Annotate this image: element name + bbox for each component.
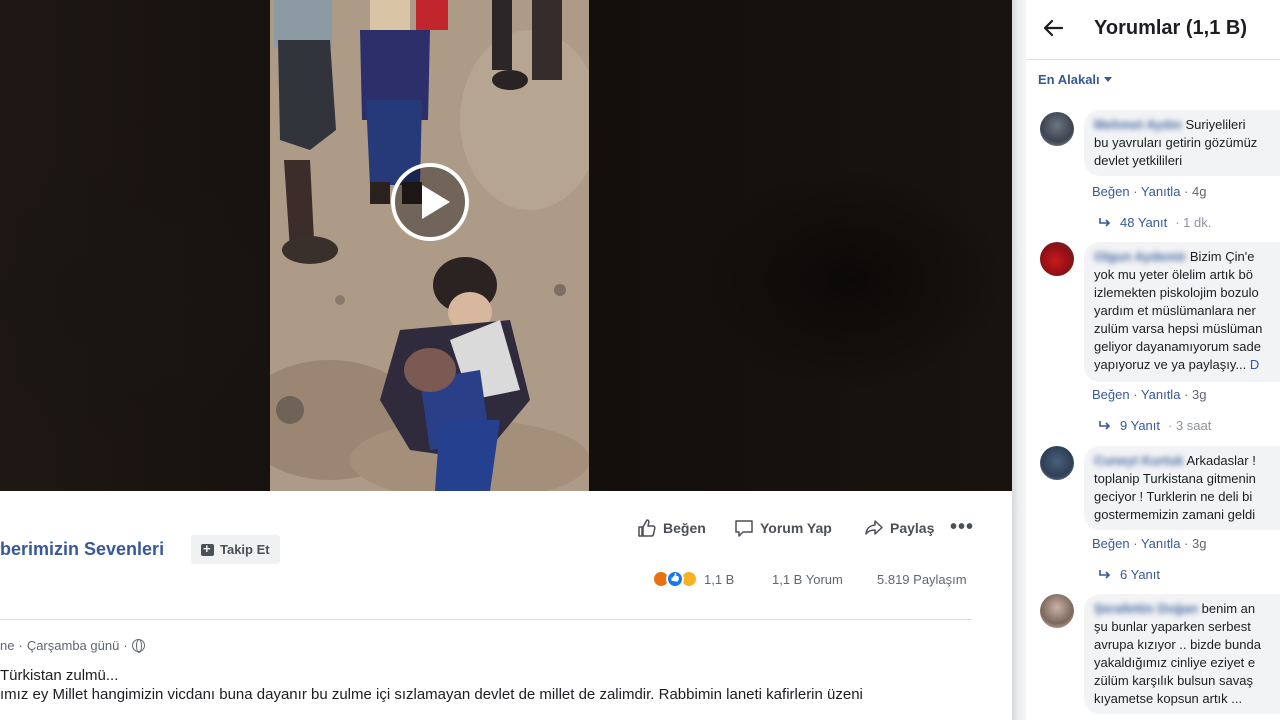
video-player[interactable] (0, 0, 1012, 491)
comment-bubble: Mehmet Aydın Suriyelileri bu yavruları g… (1084, 110, 1280, 176)
share-button[interactable]: Paylaş (864, 518, 934, 538)
comment-time[interactable]: 3g (1192, 387, 1206, 402)
replies-count: 48 Yanıt (1120, 215, 1168, 230)
comment-reply-link[interactable]: Yanıtla (1141, 184, 1181, 199)
shares-count-link[interactable]: 5.819 Paylaşım (877, 572, 967, 587)
comment-reply-link[interactable]: Yanıtla (1141, 387, 1181, 402)
comments-count-link[interactable]: 1,1 B Yorum (772, 572, 843, 587)
sort-dropdown[interactable]: En Alakalı (1038, 72, 1112, 87)
panel-header: Yorumlar (1,1 B) (1026, 0, 1280, 60)
replies-time: · 3 saat (1168, 418, 1212, 433)
globe-icon[interactable] (131, 639, 145, 653)
comment-bubble: Cuneyt Kurtuk Arkadaslar ! toplanip Turk… (1084, 446, 1280, 530)
see-more-link[interactable]: D (1250, 357, 1259, 372)
comment-button[interactable]: Yorum Yap (734, 518, 832, 538)
post-meta: ne · Çarşamba günü · (0, 638, 145, 653)
avatar[interactable] (1040, 446, 1074, 480)
like-reaction-icon (666, 570, 684, 588)
comment-text: Bizim Çin'e yok mu yeter ölelim artık bö… (1094, 249, 1263, 372)
view-replies-link[interactable]: 6 Yanıt (1098, 567, 1160, 582)
post-date[interactable]: Çarşamba günü (27, 638, 120, 653)
thumbs-up-icon (638, 519, 656, 537)
comments-panel: Yorumlar (1,1 B) En Alakalı Mehmet Aydın… (1026, 0, 1280, 720)
reply-arrow-icon (1099, 569, 1111, 579)
comment-author[interactable]: Olgun Aydemir (1094, 248, 1186, 266)
comment-time[interactable]: 4g (1192, 184, 1206, 199)
meta-separator: · (18, 638, 23, 653)
video-still-image (270, 0, 589, 491)
page-name-link[interactable]: berimizin Sevenleri (0, 539, 164, 560)
comment-bubble: Olgun Aydemir Bizim Çin'e yok mu yeter ö… (1084, 242, 1280, 382)
share-label: Paylaş (890, 520, 935, 536)
comment-actions: Beğen · Yanıtla · 4g (1092, 184, 1207, 199)
like-button[interactable]: Beğen (637, 518, 706, 538)
post-actions: Beğen Yorum Yap Paylaş (0, 518, 1012, 540)
follow-icon (201, 541, 214, 556)
replies-time: · 1 dk. (1175, 215, 1212, 230)
view-replies-link[interactable]: 9 Yanıt · 3 saat (1098, 418, 1211, 433)
back-arrow-icon[interactable] (1042, 17, 1064, 39)
more-options-button[interactable]: ••• (950, 517, 974, 537)
like-label: Beğen (663, 520, 706, 536)
replies-count: 6 Yanıt (1120, 567, 1160, 582)
view-replies-link[interactable]: 48 Yanıt · 1 dk. (1098, 215, 1211, 230)
play-button[interactable] (391, 163, 469, 241)
comment-actions: Beğen · Yanıtla · 3g (1092, 387, 1207, 402)
comment-time[interactable]: 3g (1192, 536, 1206, 551)
follow-label: Takip Et (220, 542, 270, 557)
reply-arrow-icon (1099, 217, 1111, 227)
comment-author[interactable]: Cuneyt Kurtuk (1094, 452, 1184, 470)
video-frame (270, 0, 589, 491)
comment-author[interactable]: Şerafettin Doğan (1094, 600, 1198, 618)
post-body: ımız ey Millet hangimizin vicdanı buna d… (0, 686, 863, 703)
divider (0, 619, 971, 620)
comment-label: Yorum Yap (760, 520, 832, 536)
avatar[interactable] (1040, 242, 1074, 276)
comment-reply-link[interactable]: Yanıtla (1141, 536, 1181, 551)
caret-down-icon (1103, 77, 1112, 82)
reactions-count: 1,1 B (704, 571, 735, 587)
avatar[interactable] (1040, 112, 1074, 146)
comment-like-link[interactable]: Beğen (1092, 184, 1130, 199)
panel-divider (1012, 0, 1026, 720)
sort-label: En Alakalı (1038, 72, 1100, 87)
avatar[interactable] (1040, 594, 1074, 628)
panel-title: Yorumlar (1,1 B) (1094, 17, 1247, 39)
meta-separator-2: · (123, 638, 128, 653)
comment-author[interactable]: Mehmet Aydın (1094, 116, 1182, 134)
reply-arrow-icon (1099, 420, 1111, 430)
comment-actions: Beğen · Yanıtla · 3g (1092, 536, 1207, 551)
replies-count: 9 Yanıt (1120, 418, 1160, 433)
comment-like-link[interactable]: Beğen (1092, 536, 1130, 551)
reactions-summary[interactable]: 1,1 B (652, 570, 734, 588)
post-title: Türkistan zulmü... (0, 667, 119, 684)
comment-like-link[interactable]: Beğen (1092, 387, 1130, 402)
share-icon (865, 520, 883, 535)
comment-bubble: Şerafettin Doğan benim an şu bunlar yapa… (1084, 594, 1280, 714)
author-fragment[interactable]: ne (0, 638, 14, 653)
comment-icon (735, 520, 753, 537)
